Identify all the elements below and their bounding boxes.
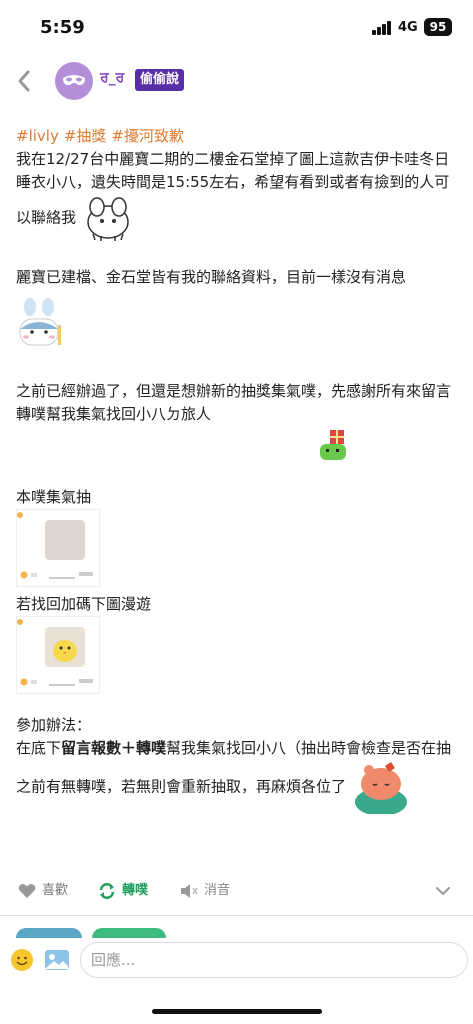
status-bar: 5:59 4G 95 xyxy=(0,0,473,56)
prize-image-thumbnail[interactable] xyxy=(16,509,100,587)
pajama-plush-image xyxy=(45,520,85,560)
post-paragraph: 本噗集氣抽 xyxy=(16,486,456,509)
back-button[interactable] xyxy=(10,64,40,98)
chiikawa-sticker-icon[interactable] xyxy=(81,194,135,242)
yellow-chick-icon xyxy=(53,640,77,662)
replurk-label: 轉噗 xyxy=(122,883,149,898)
bonus-image-thumbnail[interactable] xyxy=(16,616,100,694)
bear-hug-sticker-icon[interactable] xyxy=(351,760,411,814)
post-paragraph: 在底下留言報數＋轉噗幫我集氣找回小八（抽出時會檢查是否在抽之前有無轉噗，若無則會… xyxy=(16,737,456,814)
battery-icon: 95 xyxy=(424,18,452,36)
post-paragraph: 麗寶已建檔、金石堂皆有我的聯絡資料，目前一樣沒有消息 xyxy=(16,266,456,289)
username[interactable]: ਰ_ਰ xyxy=(100,70,124,86)
image-upload-icon[interactable] xyxy=(44,948,70,972)
thumbnail-marker xyxy=(17,512,23,518)
divider xyxy=(0,915,473,916)
mute-label: 消音 xyxy=(204,883,231,898)
chick-plush-image xyxy=(45,627,85,667)
post-text: 本噗集氣抽 xyxy=(16,488,92,506)
chevron-left-icon xyxy=(18,70,30,92)
post-paragraph: 若找回加碼下圖漫遊 xyxy=(16,593,456,616)
tag-list: #livly #抽獎 #擾河致歉 xyxy=(16,125,456,148)
mute-button[interactable]: 消音 xyxy=(180,880,230,902)
replurk-icon xyxy=(99,882,115,899)
like-button[interactable]: 喜歡 xyxy=(18,880,68,902)
like-label: 喜歡 xyxy=(42,883,69,898)
post-action-bar: 喜歡 轉噗 消音 xyxy=(0,872,473,910)
post-paragraph: 之前已經辦過了，但還是想辦新的抽獎集氣噗，先感謝所有來留言轉噗幫我集氣找回小八ㄉ… xyxy=(16,380,456,426)
post-text: 參加辦法： xyxy=(16,716,92,734)
thumbnail-marker xyxy=(17,619,23,625)
post-text: 之前已經辦過了，但還是想辦新的抽獎集氣噗，先感謝所有來留言轉噗幫我集氣找回小八ㄉ… xyxy=(16,382,452,423)
tag-link[interactable]: #擾河致歉 xyxy=(111,127,184,145)
post-paragraph: 我在12/27台中麗寶二期的二樓金石堂掉了圖上這款吉伊卡哇冬日睡衣小八，遺失時間… xyxy=(16,148,456,242)
emoji-icon[interactable] xyxy=(10,948,34,972)
thumbnail-caption-bar xyxy=(20,678,93,686)
post-text-bold: 留言報數＋轉噗 xyxy=(61,739,167,757)
chevron-down-icon[interactable] xyxy=(434,882,452,900)
reply-bar: 回應... xyxy=(0,938,473,988)
heart-icon xyxy=(18,883,36,898)
post-header: ਰ_ਰ 偷偷說 xyxy=(0,58,473,104)
mask-icon xyxy=(63,75,85,86)
sticker-row xyxy=(16,426,456,466)
post-paragraph: 參加辦法： xyxy=(16,714,456,737)
home-indicator xyxy=(152,1009,322,1014)
tag-link[interactable]: #抽獎 xyxy=(64,127,107,145)
replurk-button[interactable]: 轉噗 xyxy=(98,880,148,902)
avatar[interactable] xyxy=(55,62,93,100)
post-content: #livly #抽獎 #擾河致歉 我在12/27台中麗寶二期的二樓金石堂掉了圖上這款… xyxy=(16,125,456,814)
reply-input[interactable]: 回應... xyxy=(80,942,468,978)
signal-icon xyxy=(372,21,392,35)
hachiware-plush-image-icon[interactable] xyxy=(16,295,62,357)
status-time: 5:59 xyxy=(40,17,85,38)
post-text: 在底下 xyxy=(16,739,62,757)
anonymous-badge: 偷偷說 xyxy=(135,69,185,91)
post-text: 麗寶已建檔、金石堂皆有我的聯絡資料，目前一樣沒有消息 xyxy=(16,268,407,286)
thumbnail-caption-bar xyxy=(20,571,93,579)
speaker-mute-icon xyxy=(181,883,198,898)
network-type: 4G xyxy=(398,20,418,35)
tag-link[interactable]: #livly xyxy=(16,127,59,145)
post-text: 若找回加碼下圖漫遊 xyxy=(16,595,152,613)
pixel-frog-gift-icon[interactable] xyxy=(316,426,350,462)
